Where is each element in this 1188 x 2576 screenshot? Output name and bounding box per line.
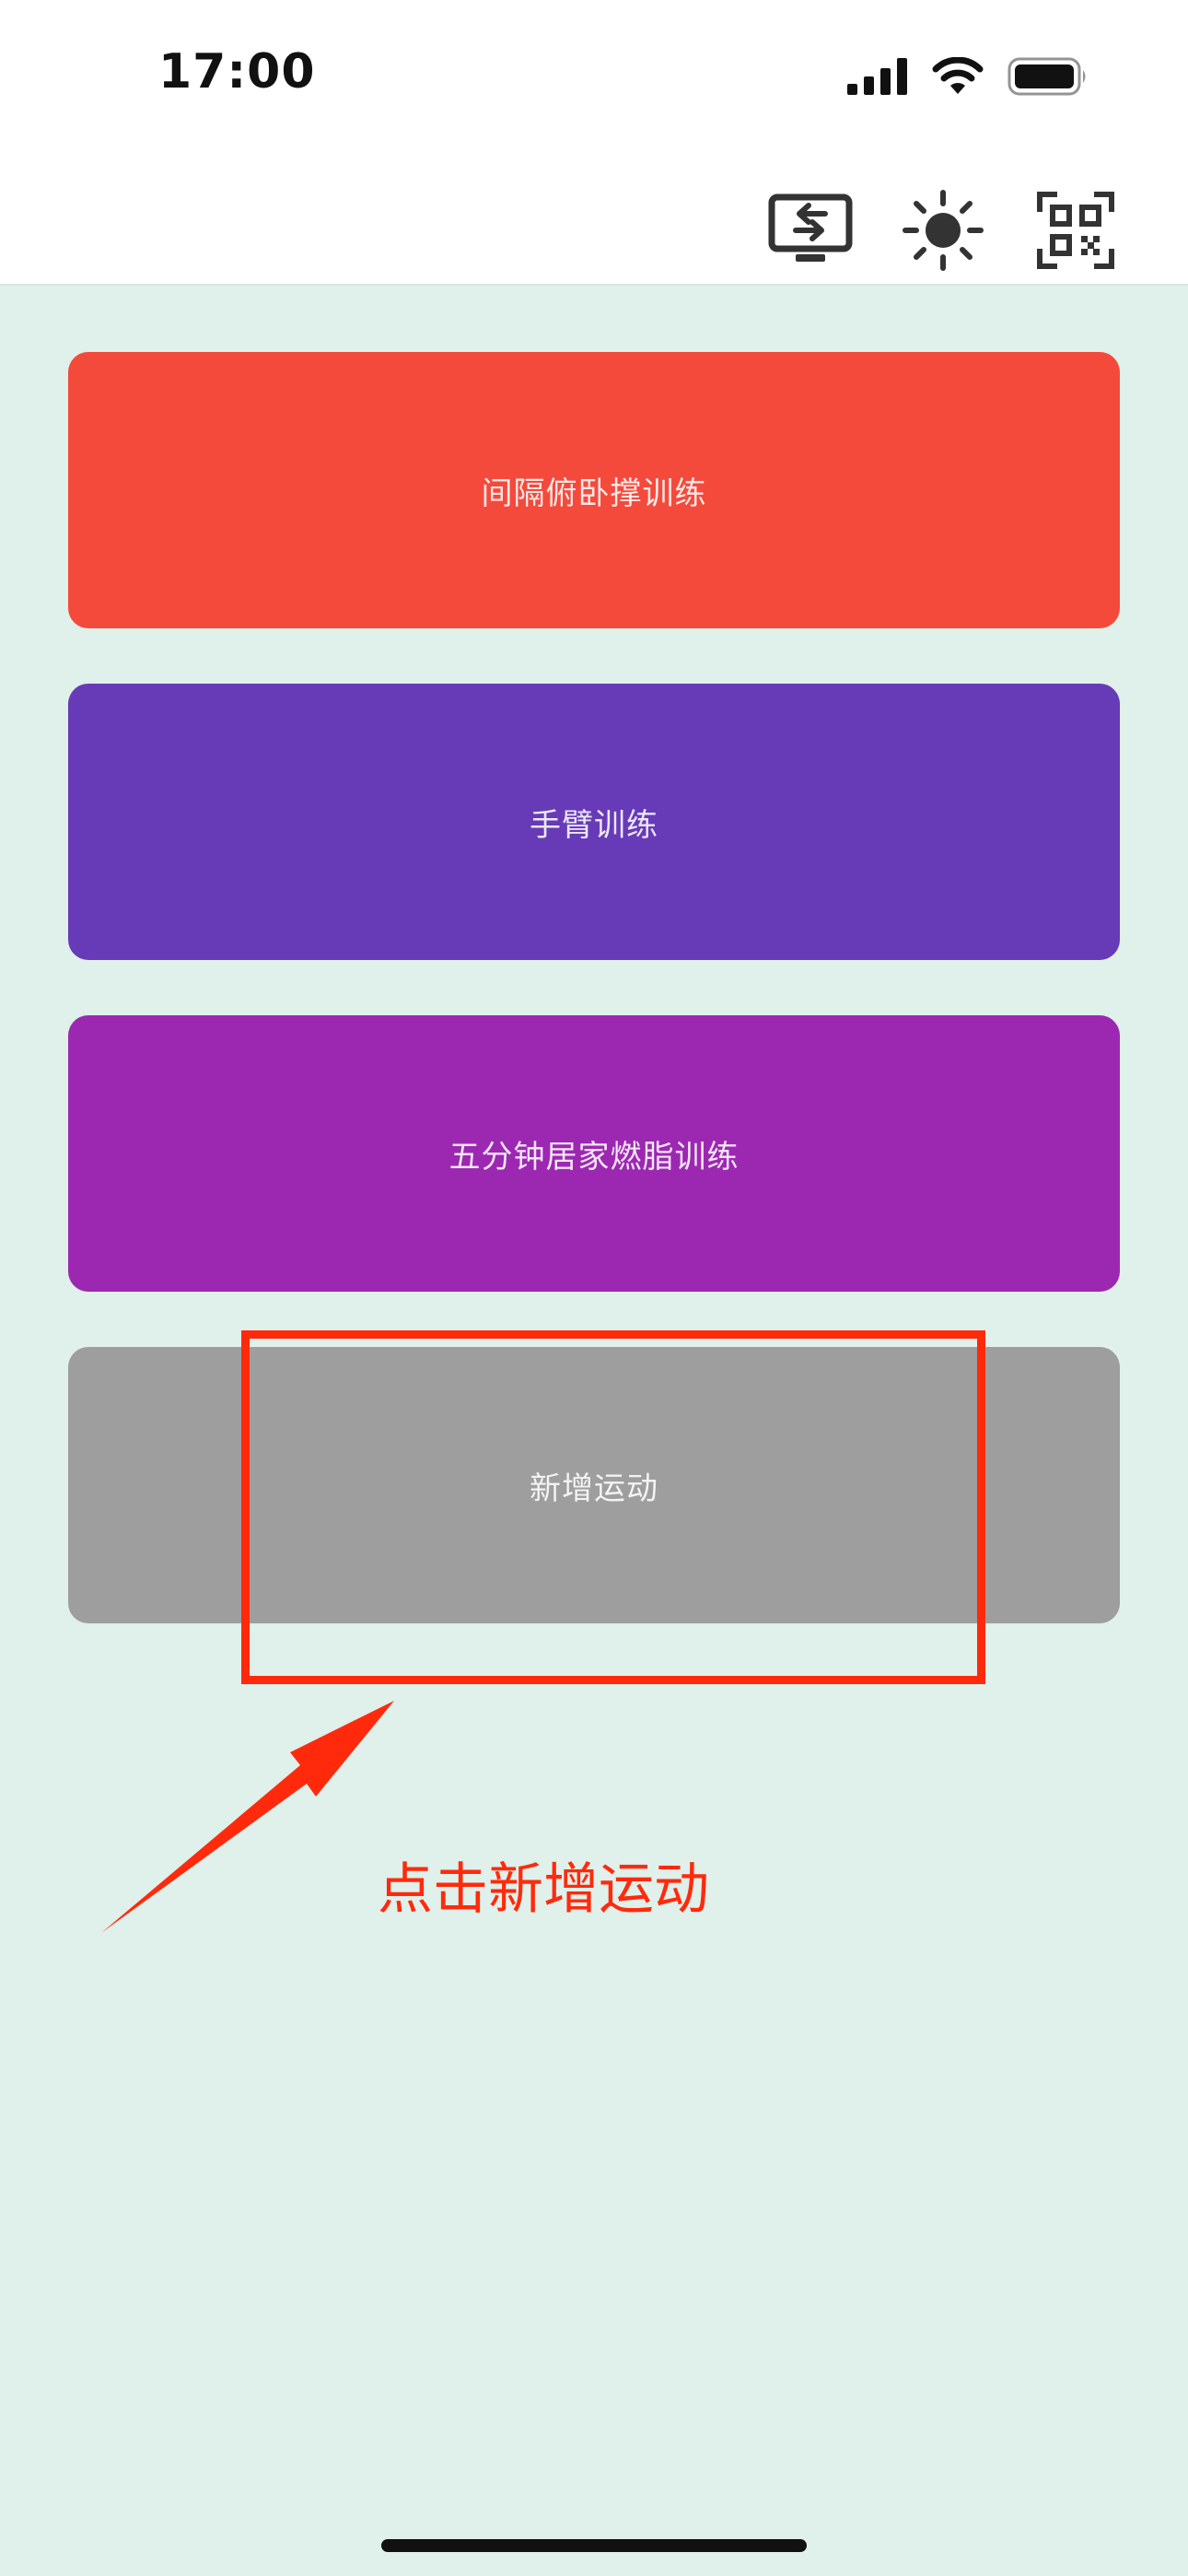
- workout-card-arm-training[interactable]: 手臂训练: [68, 684, 1120, 960]
- annotation-text: 点击新增运动: [378, 1857, 709, 1922]
- screen-switch-button[interactable]: [768, 190, 853, 275]
- status-time: 17:00: [158, 44, 316, 100]
- workout-card-interval-pushups[interactable]: 间隔俯卧撑训练: [68, 352, 1120, 628]
- screen-switch-icon: [768, 193, 853, 271]
- status-icons: [847, 56, 1089, 100]
- workout-card-fat-burn[interactable]: 五分钟居家燃脂训练: [68, 1015, 1120, 1292]
- toolbar: [768, 190, 1118, 275]
- home-indicator[interactable]: [381, 2539, 807, 2552]
- workout-card-label: 手臂训练: [530, 806, 658, 844]
- workout-card-label: 间隔俯卧撑训练: [481, 474, 707, 512]
- annotation-highlight-box: [241, 1330, 985, 1684]
- brightness-icon: [902, 189, 984, 275]
- workout-card-label: 五分钟居家燃脂训练: [448, 1138, 740, 1176]
- annotation-arrow-icon: [101, 1686, 405, 1948]
- top-bar: 17:00: [0, 0, 1188, 286]
- qr-scan-icon: [1037, 192, 1114, 273]
- brightness-button[interactable]: [901, 190, 985, 275]
- wifi-icon: [932, 56, 984, 100]
- qr-scan-button[interactable]: [1033, 190, 1118, 275]
- cellular-signal-icon: [847, 58, 908, 99]
- battery-icon: [1007, 57, 1089, 100]
